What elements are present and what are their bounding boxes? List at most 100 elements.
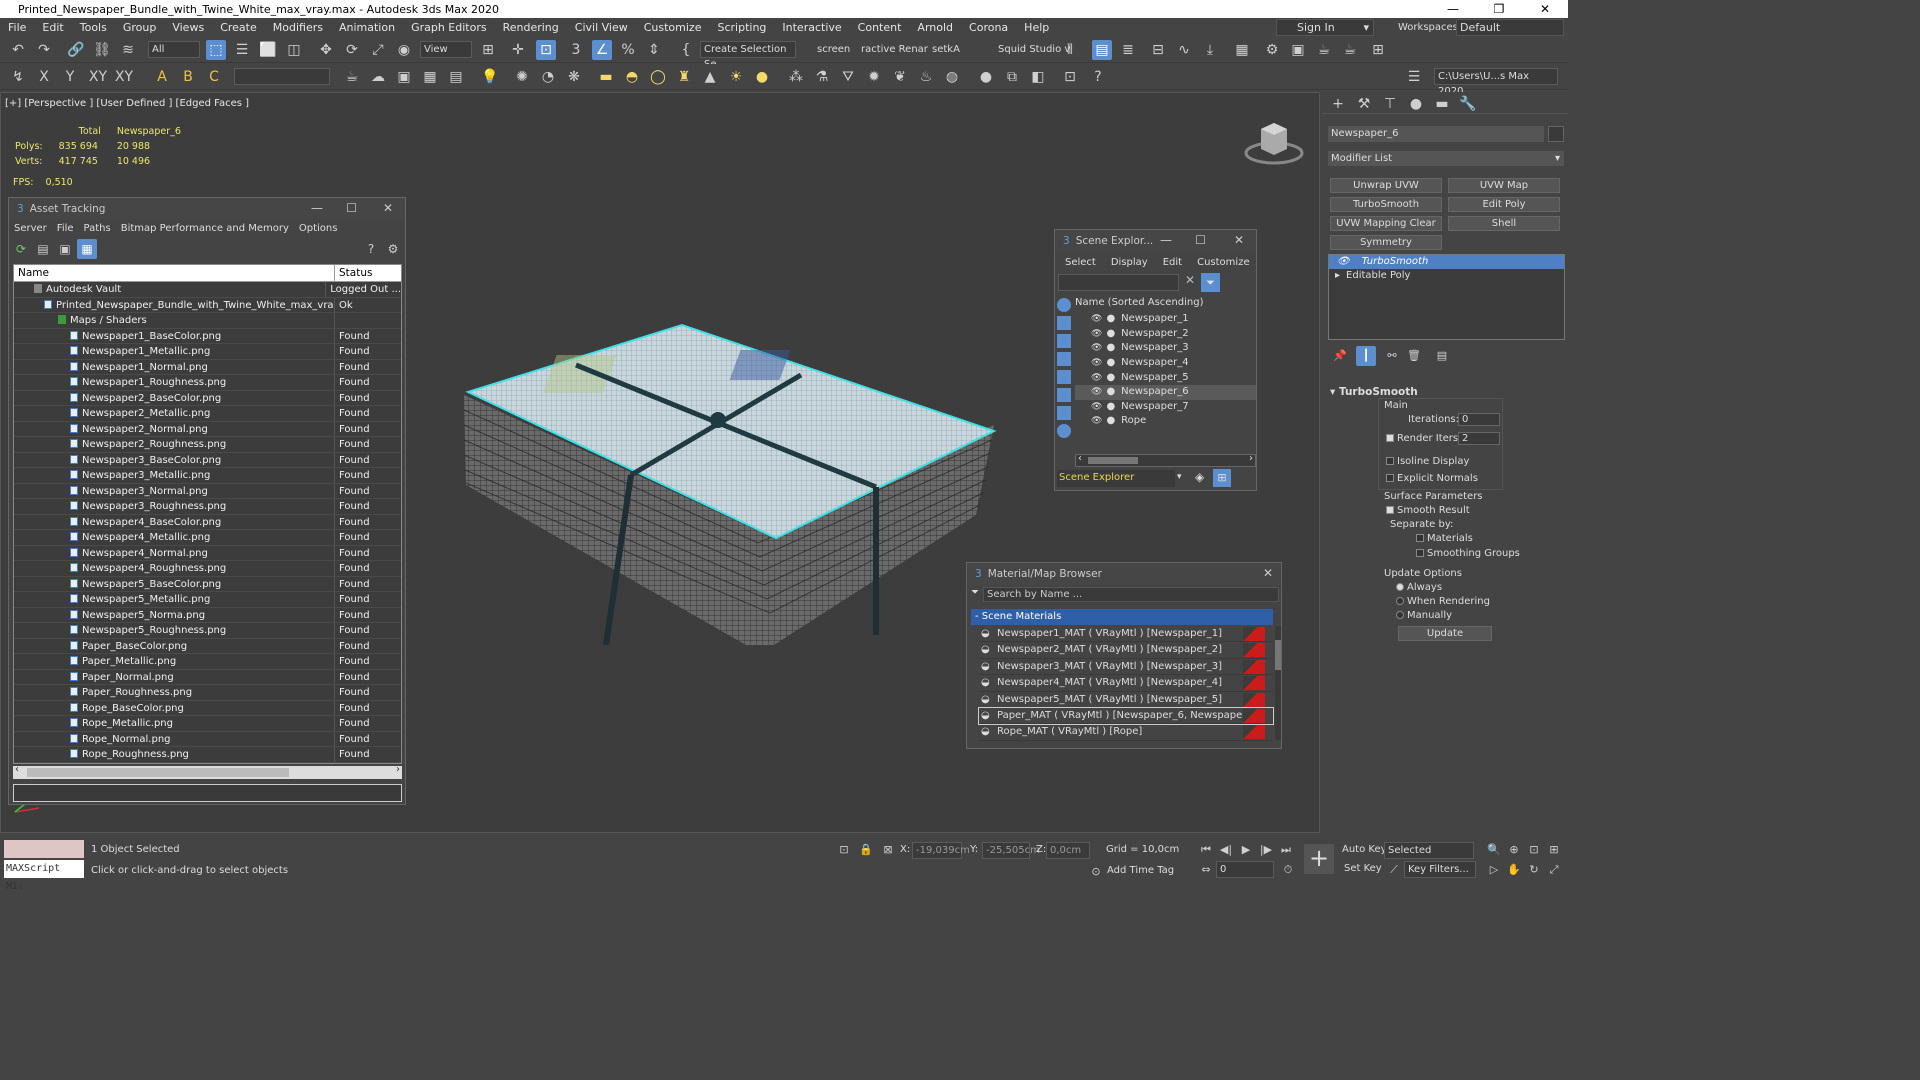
render-online-icon[interactable]: ⊞ — [1368, 40, 1388, 60]
ambient-icon[interactable]: ● — [752, 67, 772, 87]
scene-materials-group[interactable]: - Scene Materials — [971, 609, 1273, 625]
name-column-header[interactable]: Name — [14, 265, 335, 281]
object-dot-icon[interactable]: ● — [1106, 414, 1115, 428]
scene-explorer-selector[interactable]: Scene Explorer — [1057, 470, 1175, 487]
table-row[interactable]: Newspaper2_BaseColor.png Found — [14, 390, 401, 406]
window-crossing-icon[interactable]: ◫ — [284, 40, 304, 60]
ies-icon[interactable]: ♜ — [674, 67, 694, 87]
material-scroll-thumb[interactable] — [1275, 640, 1281, 670]
table-row[interactable]: Autodesk Vault Logged Out ... — [14, 282, 401, 298]
dome-icon[interactable]: ◓ — [622, 67, 642, 87]
rotate-icon[interactable]: ⟳ — [342, 40, 362, 60]
table-row[interactable]: Newspaper2_Metallic.png Found — [14, 406, 401, 422]
text-b-icon[interactable]: B — [178, 67, 198, 87]
key-mode-dropdown[interactable]: Selected — [1384, 842, 1474, 859]
undo-icon[interactable]: ↶ — [8, 40, 28, 60]
select-object-icon[interactable]: ⬚ — [206, 40, 226, 60]
material-item[interactable]: ◒ Newspaper2_MAT ( VRayMtl ) [Newspaper_2… — [979, 642, 1273, 659]
export-icon[interactable]: ⊡ — [1060, 67, 1080, 87]
menu-item-views[interactable]: Views — [164, 18, 212, 37]
table-row[interactable]: Rope_BaseColor.png Found — [14, 700, 401, 716]
table-row[interactable]: Newspaper4_Normal.png Found — [14, 545, 401, 561]
preset-dropdown[interactable] — [234, 68, 330, 85]
menu-item-tools[interactable]: Tools — [72, 18, 115, 37]
stack-item-turbosmooth[interactable]: 👁 TurboSmooth — [1329, 255, 1564, 269]
maximize-viewport-icon[interactable]: ⤢ — [1544, 860, 1564, 880]
scene-column-header[interactable]: Name (Sorted Ascending) — [1075, 296, 1255, 310]
teapot-icon[interactable]: ☕ — [342, 67, 362, 87]
material-item[interactable]: ◒ Newspaper5_MAT ( VRayMtl ) [Newspaper_5… — [979, 692, 1273, 708]
scale-icon[interactable]: ⤢ — [368, 40, 388, 60]
scene-object-newspaper_3[interactable]: 👁 ● Newspaper_3 — [1075, 341, 1256, 356]
table-row[interactable]: Newspaper3_Roughness.png Found — [14, 499, 401, 515]
selection-filter-dropdown[interactable]: All — [148, 41, 200, 58]
scene-menu-select[interactable]: Select — [1060, 257, 1106, 268]
table-row[interactable]: Newspaper1_BaseColor.png Found — [14, 328, 401, 344]
table-row[interactable]: Newspaper4_Metallic.png Found — [14, 530, 401, 546]
scroll-left-icon[interactable]: ‹ — [15, 764, 19, 775]
show-end-result-icon[interactable]: ┃ — [1356, 346, 1376, 366]
isoline-display-checkbox[interactable]: Isoline Display — [1386, 456, 1469, 467]
modifier-button-turbosmooth[interactable]: TurboSmooth — [1330, 197, 1442, 212]
x-coord-field[interactable]: -19,039cm — [912, 842, 970, 859]
scene-search-input[interactable] — [1058, 274, 1179, 291]
selection-lock-icon[interactable]: 🔒 — [856, 840, 876, 860]
modify-tab-icon[interactable]: ⚒ — [1354, 94, 1374, 114]
edit-named-selection-icon[interactable]: { — [676, 40, 696, 60]
when-rendering-radio[interactable]: When Rendering — [1396, 596, 1490, 607]
asset-menu-file[interactable]: File — [52, 223, 79, 234]
settings-icon[interactable]: ⚙ — [383, 239, 403, 259]
link-icon[interactable]: 🔗 — [66, 40, 86, 60]
pin-stack-icon[interactable]: 📌 — [1330, 346, 1350, 366]
setka-label[interactable]: setkA — [932, 41, 960, 58]
table-row[interactable]: Newspaper5_BaseColor.png Found — [14, 576, 401, 592]
table-icon[interactable]: ▤ — [446, 67, 466, 87]
curve-editor-icon[interactable]: ∿ — [1174, 40, 1194, 60]
menu-item-rendering[interactable]: Rendering — [495, 18, 567, 37]
axis-y-button[interactable]: Y — [60, 67, 80, 87]
stack-item-editable-poly[interactable]: ▸ Editable Poly — [1329, 269, 1564, 283]
maxscript-listener-top[interactable] — [4, 840, 84, 858]
scene-explorer-icon[interactable]: ▤ — [1092, 40, 1112, 60]
cloud-icon[interactable]: ☁ — [368, 67, 388, 87]
grid-icon[interactable]: ▦ — [420, 67, 440, 87]
zoom-extents-icon[interactable]: ⊡ — [1524, 840, 1544, 860]
keyboard-shortcut-toggle-icon[interactable]: ⊡ — [536, 40, 556, 60]
display-tab-icon[interactable]: ▬ — [1432, 94, 1452, 114]
material-item[interactable]: ◒ Newspaper1_MAT ( VRayMtl ) [Newspaper_1… — [979, 626, 1273, 643]
denoise-icon[interactable]: ◧ — [1028, 67, 1048, 87]
zoom-extents-all-icon[interactable]: ⊞ — [1544, 840, 1564, 860]
material-search-input[interactable]: Search by Name ... — [983, 587, 1279, 602]
screen-label[interactable]: screen — [817, 41, 850, 58]
axis-xy-cycle-button[interactable]: XY — [112, 67, 136, 87]
render-iters-checkbox[interactable]: Render Iters: — [1386, 433, 1462, 444]
menu-item-civil-view[interactable]: Civil View — [567, 18, 636, 37]
table-row[interactable]: Maps / Shaders — [14, 313, 401, 329]
ribbon-icon[interactable]: ⊟ — [1148, 40, 1168, 60]
eye-icon[interactable]: 👁 — [1337, 256, 1350, 267]
helper-icon[interactable]: ✺ — [512, 67, 532, 87]
hierarchy-tab-icon[interactable]: ⊤ — [1380, 94, 1400, 114]
modifier-stack[interactable]: 👁 TurboSmooth ▸ Editable Poly — [1328, 254, 1565, 340]
asset-menu-options[interactable]: Options — [294, 223, 343, 234]
select-manipulate-icon[interactable]: ✛ — [508, 40, 528, 60]
update-button[interactable]: Update — [1398, 626, 1492, 641]
hierarchy-icon[interactable]: ⊞ — [1213, 469, 1231, 487]
material-item[interactable]: ◒ Rope_MAT ( VRayMtl ) [Rope] — [979, 724, 1273, 741]
scroll-right-icon[interactable]: › — [396, 764, 400, 775]
go-to-end-icon[interactable]: ⏭ — [1276, 840, 1296, 860]
menu-item-modifiers[interactable]: Modifiers — [265, 18, 331, 37]
table-row[interactable]: Paper_BaseColor.png Found — [14, 638, 401, 654]
plane-icon[interactable]: ▬ — [596, 67, 616, 87]
key-mode-icon[interactable]: ⇔ — [1196, 860, 1216, 880]
display-spacewarps-icon[interactable] — [1057, 388, 1071, 402]
view-cube[interactable] — [1239, 117, 1309, 172]
modifier-button-symmetry[interactable]: Symmetry — [1330, 235, 1442, 250]
rect-selection-icon[interactable]: ⬜ — [258, 40, 278, 60]
object-dot-icon[interactable]: ● — [1106, 371, 1115, 385]
play-icon[interactable]: ▶ — [1236, 840, 1256, 860]
horizontal-scrollbar[interactable]: ‹ › — [13, 764, 402, 779]
object-dot-icon[interactable]: ● — [1106, 312, 1115, 326]
render-iters-spinner[interactable]: 2 — [1458, 432, 1500, 445]
text-c-icon[interactable]: C — [204, 67, 224, 87]
